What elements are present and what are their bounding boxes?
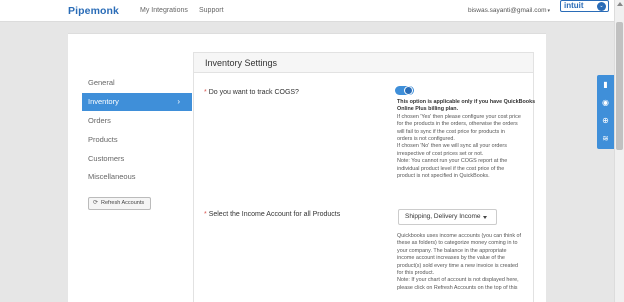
intuit-logo-button[interactable]: intuit ⌄ [560, 0, 609, 12]
sidebar-item-customers[interactable]: Customers [82, 150, 192, 168]
add-icon[interactable]: ⊕ [597, 112, 614, 129]
income-help-line: Quickbooks uses income accounts (you can… [397, 233, 522, 239]
cogs-help-bold: This option is applicable only if you ha… [397, 99, 536, 113]
help-icon[interactable]: ◉ [597, 94, 614, 111]
cogs-help-line: Note: You cannot run your COGS report at… [397, 158, 508, 165]
income-help-line: income account increases by the value of… [397, 255, 505, 262]
cogs-question-text: Do you want to track COGS? [208, 89, 299, 96]
chevron-right-icon: › [177, 97, 180, 106]
nav-support[interactable]: Support [199, 7, 224, 14]
sidebar-item-general[interactable]: General [82, 74, 192, 92]
sidebar-item-label: Inventory [88, 97, 119, 106]
cogs-help-line: will fail to sync if the cost price for … [397, 128, 505, 135]
sidebar-item-label: Miscellaneous [88, 172, 136, 181]
cogs-help-text: This option is applicable only if you ha… [397, 99, 537, 180]
sidebar-item-label: Orders [88, 116, 111, 125]
sidebar-item-label: Products [88, 135, 118, 144]
income-help-line: these as folders) to categorize money co… [397, 240, 518, 247]
required-marker: * [204, 89, 207, 96]
page-scrollbar[interactable] [614, 0, 624, 302]
cogs-help-line: If chosen 'Yes' then please configure yo… [397, 113, 521, 120]
scroll-up-arrow-icon[interactable] [617, 2, 623, 6]
caret-down-icon [483, 216, 487, 219]
sidebar-item-inventory[interactable]: Inventory › [82, 93, 192, 111]
required-marker: * [204, 211, 207, 218]
book-icon[interactable]: ▮ [597, 76, 614, 93]
income-account-question-label: * Select the Income Account for all Prod… [204, 211, 340, 218]
chevron-down-icon: ⌄ [597, 2, 606, 11]
user-menu[interactable]: biswas.sayanti@gmail.com▾ [468, 7, 550, 14]
scroll-thumb[interactable] [616, 22, 623, 150]
refresh-accounts-label: Refresh Accounts [101, 200, 145, 206]
panel-title: Inventory Settings [205, 58, 278, 68]
income-help-line: product(s) sold every time a new invoice… [397, 262, 519, 269]
sidebar-item-products[interactable]: Products [82, 131, 192, 149]
chevron-down-icon: ▾ [547, 8, 551, 14]
sidebar-item-orders[interactable]: Orders [82, 112, 192, 130]
income-help-text: Quickbooks uses income accounts (you can… [397, 233, 537, 292]
cogs-help-line: for the products in the orders, otherwis… [397, 121, 518, 128]
pipemonk-logo[interactable]: Pipemonk [68, 5, 119, 17]
intuit-logo: intuit [564, 1, 584, 10]
income-help-line: please click on Refresh Accounts on the … [397, 284, 518, 291]
nav-my-integrations[interactable]: My Integrations [140, 7, 188, 14]
cogs-help-line: orders is not configured. [397, 136, 455, 143]
sidebar-item-miscellaneous[interactable]: Miscellaneous [82, 168, 192, 186]
toggle-knob [404, 86, 413, 95]
refresh-icon: ⟳ [93, 200, 99, 206]
cogs-help-line: product is not specified in QuickBooks. [397, 173, 490, 180]
floating-toolbar: ▮ ◉ ⊕ ≋ [597, 75, 614, 149]
cogs-help-line: If chosen 'No' then we will sync all you… [397, 143, 507, 150]
income-account-select[interactable]: Shipping, Delivery Income [398, 209, 497, 225]
sidebar-item-label: Customers [88, 154, 125, 163]
rss-icon[interactable]: ≋ [597, 130, 614, 147]
income-help-line: for this product. [397, 270, 435, 277]
income-account-selected-value: Shipping, Delivery Income [405, 213, 481, 220]
cogs-help-line: individual product level if the cost pri… [397, 165, 505, 172]
panel-header: Inventory Settings [194, 53, 533, 73]
cogs-help-line: irrespective of cost prices set or not. [397, 150, 484, 157]
income-help-line: your company. The balance in the appropr… [397, 247, 507, 254]
sidebar-item-label: General [88, 78, 115, 87]
cogs-question-label: * Do you want to track COGS? [204, 89, 299, 96]
income-help-line: Note: If your chart of account is not di… [397, 277, 519, 284]
cogs-toggle[interactable] [395, 86, 414, 95]
top-navbar: Pipemonk My Integrations Support biswas.… [0, 0, 614, 22]
income-account-question-text: Select the Income Account for all Produc… [208, 211, 341, 218]
refresh-accounts-button[interactable]: ⟳ Refresh Accounts [88, 197, 151, 210]
user-email-text: biswas.sayanti@gmail.com [468, 7, 547, 14]
